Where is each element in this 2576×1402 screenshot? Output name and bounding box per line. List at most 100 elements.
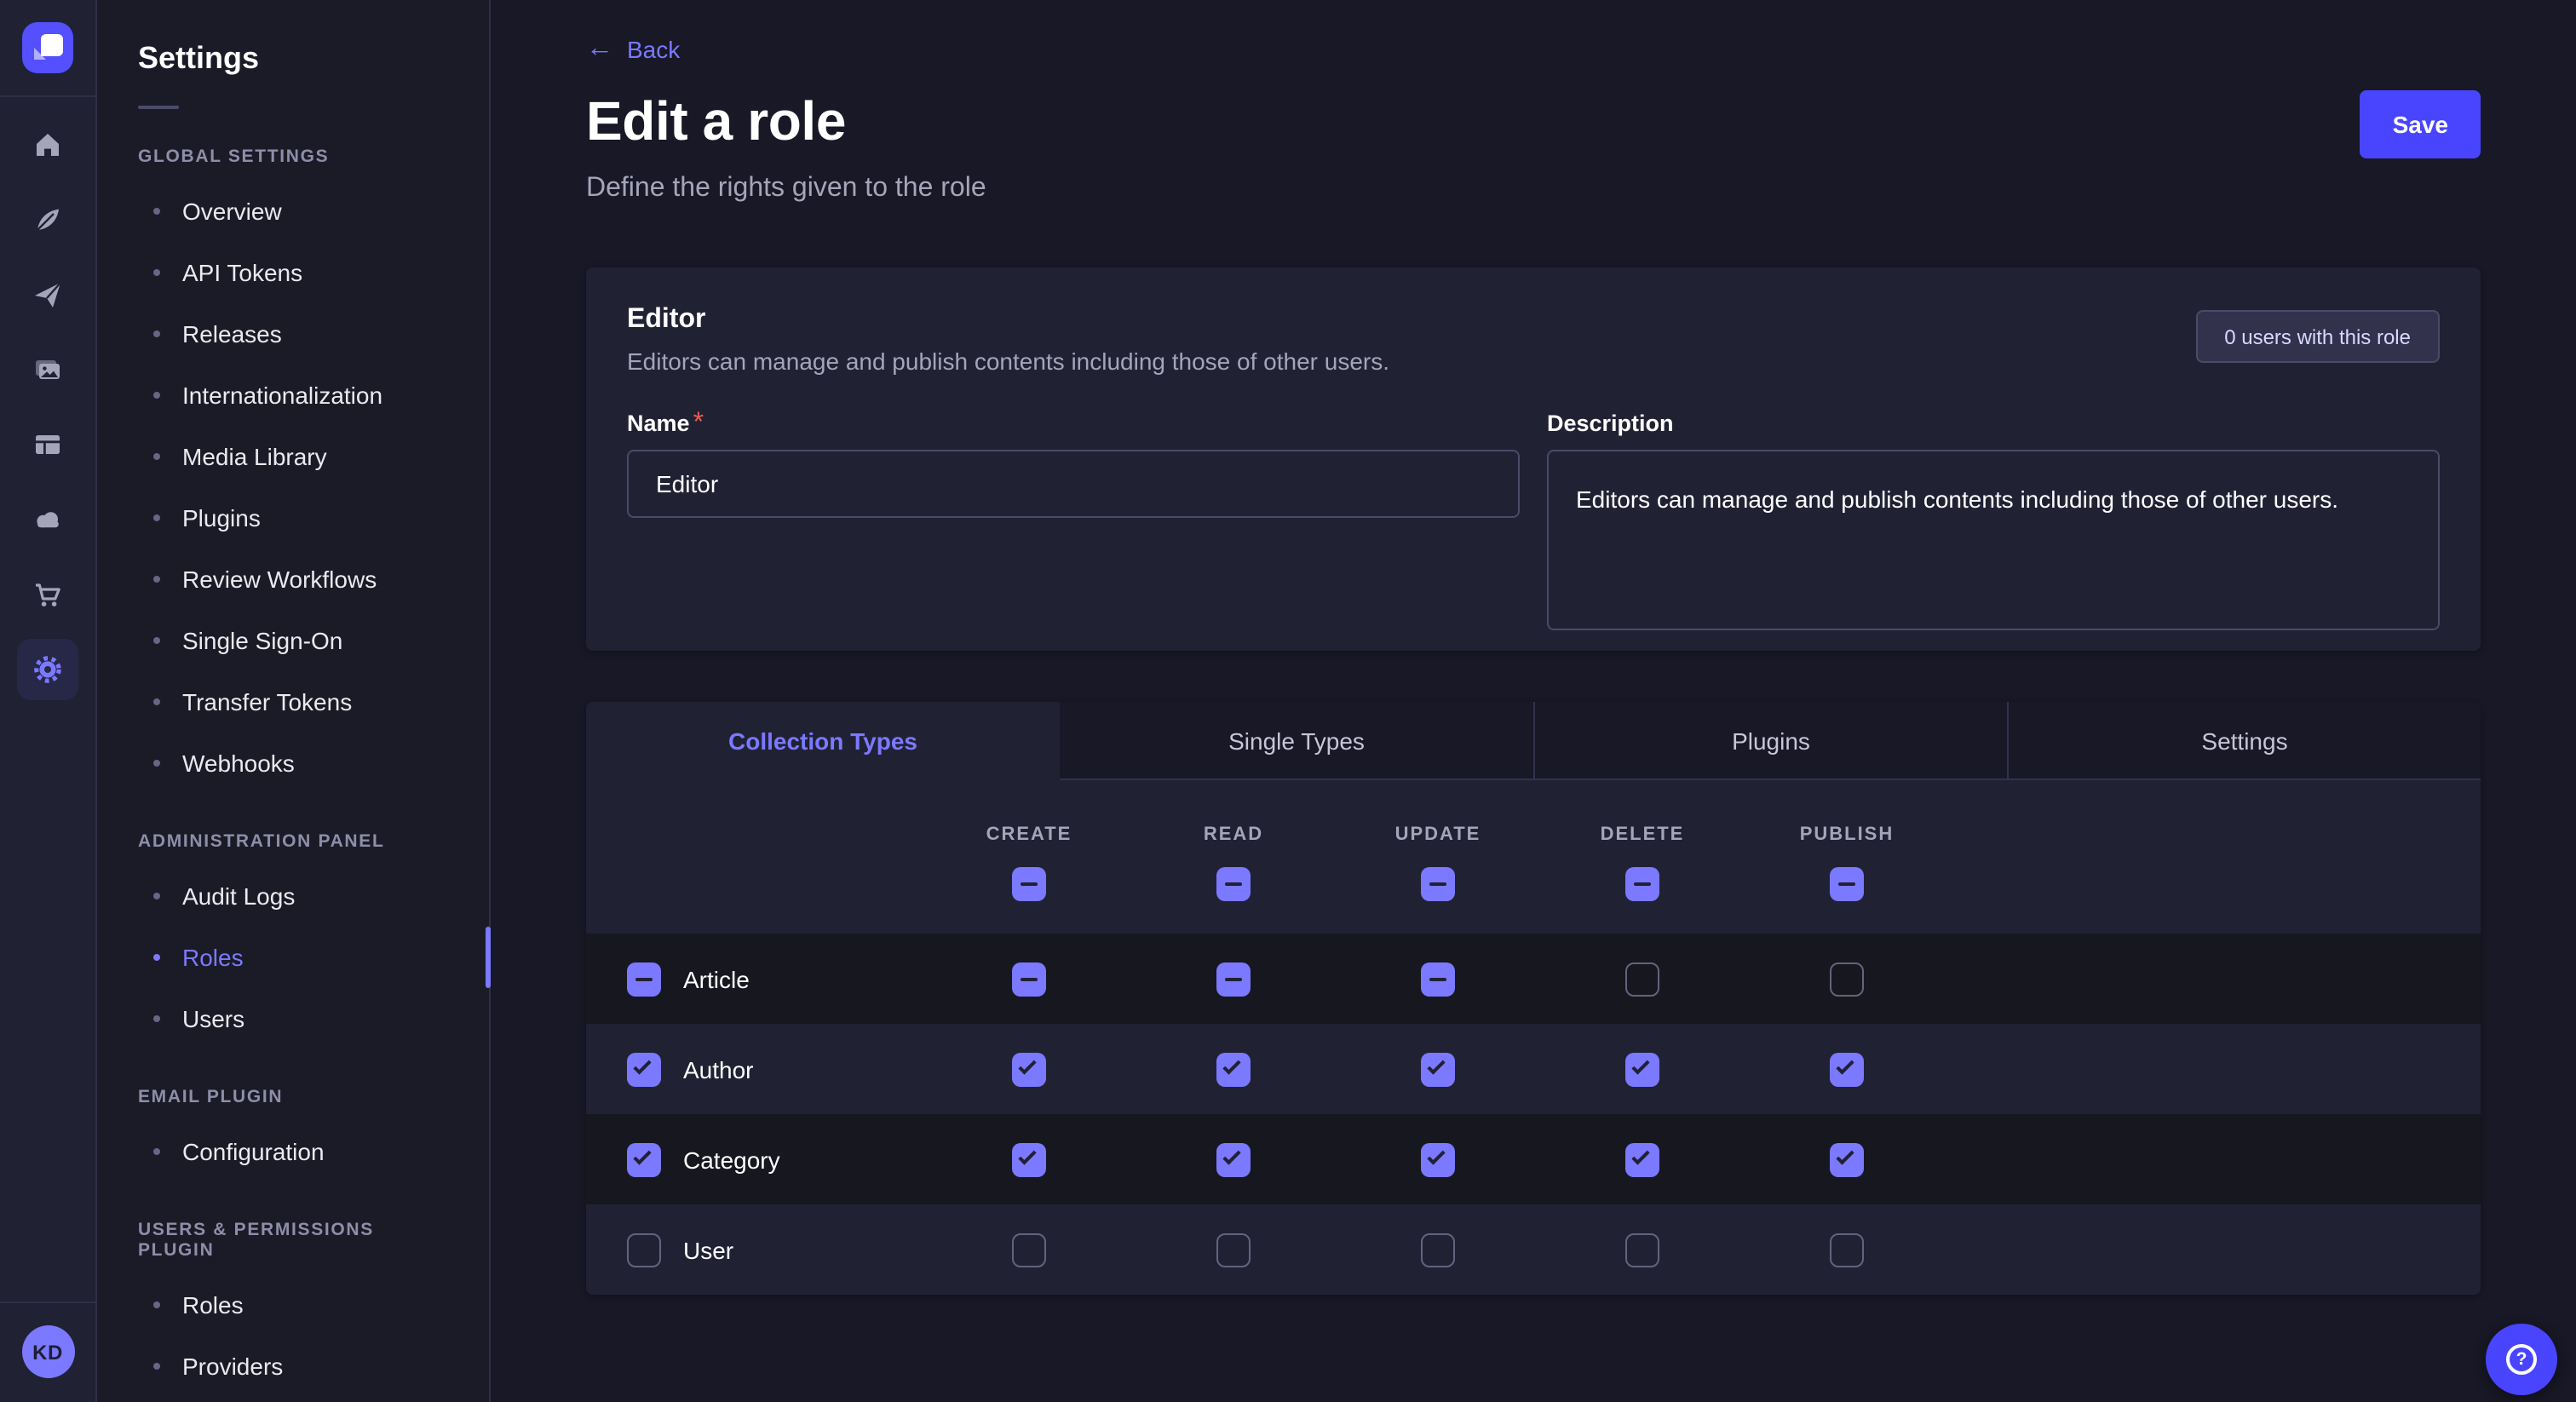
checkbox-unchecked[interactable] xyxy=(1625,1232,1659,1267)
save-button[interactable]: Save xyxy=(2360,90,2481,158)
sidebar-item-internationalization[interactable]: Internationalization xyxy=(97,365,489,426)
checkbox-indeterminate[interactable] xyxy=(627,962,661,996)
main-nav-rail: KD xyxy=(0,0,97,1402)
checkbox-checked[interactable] xyxy=(1421,1052,1455,1086)
sidebar-item-label: Releases xyxy=(182,320,282,348)
home-icon[interactable] xyxy=(17,114,78,175)
section-label-administration-panel: ADMINISTRATION PANEL xyxy=(138,831,448,852)
checkbox-checked[interactable] xyxy=(1421,1142,1455,1176)
strapi-logo-icon[interactable] xyxy=(22,22,73,73)
sidebar-item-overview[interactable]: Overview xyxy=(97,181,489,242)
checkbox-unchecked[interactable] xyxy=(1830,1232,1864,1267)
checkbox-indeterminate[interactable] xyxy=(1625,867,1659,901)
checkbox-checked[interactable] xyxy=(1012,1142,1046,1176)
checkbox-checked[interactable] xyxy=(1216,1142,1251,1176)
name-input[interactable] xyxy=(627,450,1520,518)
sidebar-item-label: Review Workflows xyxy=(182,566,377,593)
tab-settings[interactable]: Settings xyxy=(2007,702,2481,780)
checkbox-checked[interactable] xyxy=(1830,1142,1864,1176)
media-library-icon[interactable] xyxy=(17,339,78,400)
sidebar-item-roles[interactable]: Roles xyxy=(97,927,489,988)
checkbox-checked[interactable] xyxy=(627,1142,661,1176)
checkbox-checked[interactable] xyxy=(1625,1052,1659,1086)
tab-single-types[interactable]: Single Types xyxy=(1060,702,1533,780)
sidebar-item-plugins[interactable]: Plugins xyxy=(97,487,489,549)
paper-plane-icon[interactable] xyxy=(17,264,78,325)
checkbox-indeterminate[interactable] xyxy=(1216,962,1251,996)
sidebar-item-media-library[interactable]: Media Library xyxy=(97,426,489,487)
bullet-icon xyxy=(153,269,160,276)
row-spacer xyxy=(1949,934,2481,1024)
sidebar-item-webhooks[interactable]: Webhooks xyxy=(97,733,489,794)
role-description-text: Editors can manage and publish contents … xyxy=(627,348,1389,375)
settings-sidebar: Settings GLOBAL SETTINGSOverviewAPI Toke… xyxy=(97,0,491,1402)
bullet-icon xyxy=(153,954,160,961)
checkbox-unchecked[interactable] xyxy=(1625,962,1659,996)
sidebar-section-list: Overview API Tokens Releases Internationali… xyxy=(97,181,489,794)
sidebar-item-label: API Tokens xyxy=(182,259,302,286)
cloud-icon[interactable] xyxy=(17,489,78,550)
checkbox-checked[interactable] xyxy=(1625,1142,1659,1176)
checkbox-checked[interactable] xyxy=(1830,1052,1864,1086)
rail-icon-list xyxy=(17,114,78,714)
checkbox-unchecked[interactable] xyxy=(1216,1232,1251,1267)
main-content: ← Back Edit a role Save Define the right… xyxy=(491,0,2576,1402)
checkbox-indeterminate[interactable] xyxy=(1830,867,1864,901)
sidebar-item-releases[interactable]: Releases xyxy=(97,303,489,365)
checkbox-indeterminate[interactable] xyxy=(1421,867,1455,901)
checkbox-checked[interactable] xyxy=(627,1052,661,1086)
checkbox-indeterminate[interactable] xyxy=(1421,962,1455,996)
sidebar-item-label: Roles xyxy=(182,1291,244,1319)
table-row-user: User xyxy=(586,1204,2481,1295)
settings-gear-icon[interactable] xyxy=(17,639,78,700)
sidebar-item-users[interactable]: Users xyxy=(97,988,489,1049)
cart-icon[interactable] xyxy=(17,564,78,625)
sidebar-item-label: Internationalization xyxy=(182,382,382,409)
permission-cell xyxy=(1745,1024,1949,1114)
column-header-delete: DELETE xyxy=(1540,780,1745,934)
sidebar-item-transfer-tokens[interactable]: Transfer Tokens xyxy=(97,671,489,733)
user-avatar[interactable]: KD xyxy=(21,1325,74,1378)
feather-icon[interactable] xyxy=(17,189,78,250)
permission-cell xyxy=(1336,934,1540,1024)
sidebar-item-label: Webhooks xyxy=(182,750,295,777)
bullet-icon xyxy=(153,576,160,583)
page-subtitle: Define the rights given to the role xyxy=(586,174,2481,204)
checkbox-checked[interactable] xyxy=(1012,1052,1046,1086)
title-divider xyxy=(138,106,179,109)
row-label-cell: Article xyxy=(586,934,927,1024)
permissions-panel: Collection TypesSingle TypesPluginsSetti… xyxy=(586,702,2481,1295)
table-row-author: Author xyxy=(586,1024,2481,1114)
checkbox-checked[interactable] xyxy=(1216,1052,1251,1086)
row-label: Category xyxy=(683,1146,780,1173)
checkbox-indeterminate[interactable] xyxy=(1012,867,1046,901)
header-spacer xyxy=(1949,780,2481,934)
sidebar-item-api-tokens[interactable]: API Tokens xyxy=(97,242,489,303)
sidebar-item-audit-logs[interactable]: Audit Logs xyxy=(97,865,489,927)
tab-plugins[interactable]: Plugins xyxy=(1533,702,2007,780)
sidebar-item-single-sign-on[interactable]: Single Sign-On xyxy=(97,610,489,671)
tab-collection-types[interactable]: Collection Types xyxy=(586,702,1060,780)
column-header-create: CREATE xyxy=(927,780,1131,934)
sidebar-item-configuration[interactable]: Configuration xyxy=(97,1121,489,1182)
layout-icon[interactable] xyxy=(17,414,78,475)
sidebar-item-review-workflows[interactable]: Review Workflows xyxy=(97,549,489,610)
app-window: KD Settings GLOBAL SETTINGSOverviewAPI T… xyxy=(0,0,2576,1402)
permission-cell xyxy=(1540,934,1745,1024)
checkbox-unchecked[interactable] xyxy=(1830,962,1864,996)
permission-cell xyxy=(1131,1114,1336,1204)
help-button[interactable]: ? xyxy=(2486,1324,2557,1395)
checkbox-indeterminate[interactable] xyxy=(1012,962,1046,996)
checkbox-unchecked[interactable] xyxy=(627,1232,661,1267)
checkbox-indeterminate[interactable] xyxy=(1216,867,1251,901)
sidebar-item-roles[interactable]: Roles xyxy=(97,1274,489,1336)
row-label: Author xyxy=(683,1055,754,1083)
users-count-badge[interactable]: 0 users with this role xyxy=(2195,310,2440,363)
checkbox-unchecked[interactable] xyxy=(1421,1232,1455,1267)
sidebar-item-providers[interactable]: Providers xyxy=(97,1336,489,1397)
checkbox-unchecked[interactable] xyxy=(1012,1232,1046,1267)
sidebar-item-label: Providers xyxy=(182,1353,283,1380)
description-textarea[interactable]: Editors can manage and publish contents … xyxy=(1547,450,2440,630)
logo-glyph-shadow xyxy=(34,48,46,60)
back-link[interactable]: ← Back xyxy=(586,36,680,63)
